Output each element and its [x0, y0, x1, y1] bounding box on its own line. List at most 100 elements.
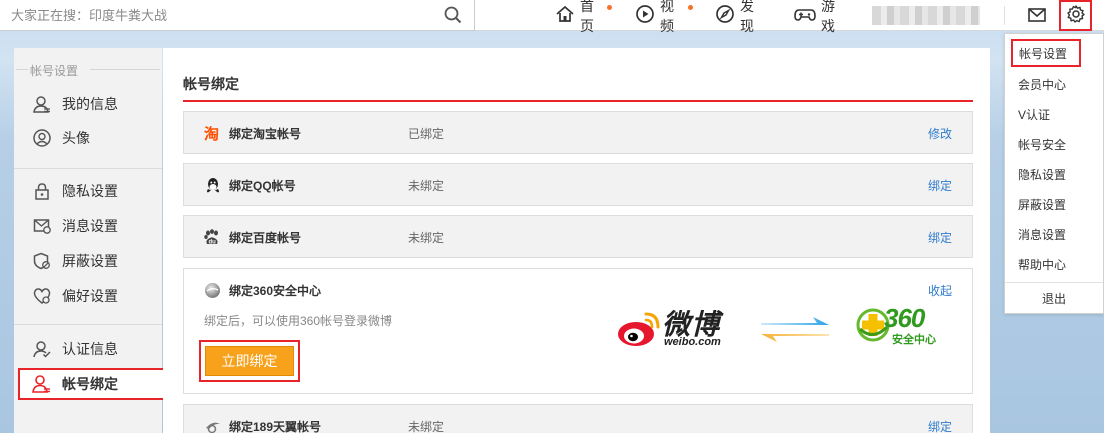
sidebar-item-avatar[interactable]: 头像	[14, 123, 162, 153]
bind-now-button[interactable]: 立即绑定	[205, 346, 294, 376]
sidebar-item-preference[interactable]: 偏好设置	[14, 281, 162, 311]
avatar-icon	[32, 128, 52, 148]
bind-row-baidu: du 绑定百度帐号 未绑定 绑定	[183, 215, 973, 258]
divider	[90, 69, 160, 70]
logout-button[interactable]: 退出	[1005, 285, 1103, 311]
divider	[1005, 282, 1103, 283]
verify-icon	[32, 339, 52, 359]
sidebar-item-label: 帐号绑定	[62, 376, 118, 392]
user-icon	[32, 94, 52, 114]
sidebar-item-account-bind[interactable]: 帐号绑定	[18, 368, 165, 400]
menu-item-message[interactable]: 消息设置	[1005, 220, 1103, 248]
bind-row-name: 绑定189天翼帐号	[229, 420, 322, 433]
message-icon	[32, 216, 52, 236]
modify-link[interactable]: 修改	[928, 125, 952, 142]
sidebar-item-label: 隐私设置	[62, 183, 118, 199]
search-icon[interactable]	[444, 6, 462, 24]
bind-panel-name: 绑定360安全中心	[229, 284, 322, 298]
sidebar-item-block[interactable]: 屏蔽设置	[14, 246, 162, 276]
bind-link[interactable]: 绑定	[928, 418, 952, 433]
menu-item-v-verify[interactable]: V认证	[1005, 100, 1103, 128]
svg-text:du: du	[209, 239, 217, 245]
home-icon	[555, 4, 580, 27]
settings-button[interactable]	[1059, 0, 1092, 31]
notification-dot	[607, 5, 612, 10]
sidebar-item-verify[interactable]: 认证信息	[14, 334, 162, 364]
bind-row-status: 未绑定	[408, 231, 445, 245]
bind-row-status: 未绑定	[408, 420, 445, 433]
nav-video-label: 视频	[660, 0, 674, 34]
menu-item-block[interactable]: 屏蔽设置	[1005, 190, 1103, 218]
top-bar: 首页 视频 发现 游戏	[0, 0, 1104, 34]
bind-row-name: 绑定百度帐号	[229, 231, 302, 245]
menu-item-help[interactable]: 帮助中心	[1005, 250, 1103, 278]
menu-item-account-security[interactable]: 帐号安全	[1005, 130, 1103, 158]
bind-link[interactable]: 绑定	[928, 177, 952, 194]
nav-discover[interactable]: 发现	[715, 0, 754, 34]
sidebar-item-label: 屏蔽设置	[62, 253, 118, 269]
compass-icon	[715, 4, 740, 27]
video-icon	[635, 4, 660, 27]
nav-game[interactable]: 游戏	[794, 0, 835, 34]
weibo-logo-domain: weibo.com	[664, 336, 721, 348]
menu-item-privacy[interactable]: 隐私设置	[1005, 160, 1103, 188]
sidebar-item-label: 认证信息	[62, 341, 118, 357]
divider	[16, 69, 28, 70]
divider	[14, 168, 162, 169]
tianyi-icon	[204, 418, 222, 433]
settings-dropdown-menu: 帐号设置 会员中心 V认证 帐号安全 隐私设置 屏蔽设置 消息设置 帮助中心 退…	[1004, 33, 1104, 314]
divider	[14, 324, 162, 325]
sidebar-item-label: 我的信息	[62, 96, 118, 112]
menu-item-member-center[interactable]: 会员中心	[1005, 70, 1103, 98]
sidebar: 帐号设置 我的信息 头像 隐私设置 消息设置 屏蔽设置 偏好设置 认证信息 帐号…	[14, 48, 165, 433]
exchange-arrows-icon	[759, 311, 831, 351]
360-logo-number: 360	[884, 303, 925, 333]
sidebar-item-my-info[interactable]: 我的信息	[14, 89, 162, 119]
360-logo-subtitle: 安全中心	[892, 334, 936, 346]
nav-game-label: 游戏	[821, 0, 835, 34]
mail-icon[interactable]	[1027, 6, 1047, 27]
menu-item-account-settings[interactable]: 帐号设置	[1011, 39, 1081, 67]
360-icon	[204, 282, 221, 302]
nav-home-label: 首页	[580, 0, 594, 34]
main-content: 帐号绑定 淘 绑定淘宝帐号 已绑定 修改 绑定QQ帐号 未绑定 绑定 du 绑定…	[163, 48, 990, 433]
bind-row-189: 绑定189天翼帐号 未绑定 绑定	[183, 404, 973, 433]
shield-icon	[32, 251, 52, 271]
svg-text:淘: 淘	[204, 125, 219, 141]
username-blurred[interactable]	[872, 6, 980, 25]
search-box	[0, 0, 475, 31]
gamepad-icon	[794, 4, 821, 27]
sidebar-heading: 帐号设置	[30, 64, 79, 78]
sidebar-item-label: 头像	[62, 130, 90, 146]
bind-row-name: 绑定淘宝帐号	[229, 127, 302, 141]
sidebar-item-privacy[interactable]: 隐私设置	[14, 176, 162, 206]
gear-icon	[1066, 4, 1086, 27]
bind-link[interactable]: 绑定	[928, 229, 952, 246]
nav-video[interactable]: 视频	[635, 0, 674, 34]
bind-row-status: 未绑定	[408, 179, 445, 193]
bind-now-highlight: 立即绑定	[199, 340, 300, 382]
page-title: 帐号绑定	[183, 76, 239, 92]
search-input[interactable]	[11, 6, 431, 24]
bind-row-taobao: 淘 绑定淘宝帐号 已绑定 修改	[183, 111, 973, 154]
divider	[1004, 6, 1005, 25]
lock-icon	[32, 181, 52, 201]
sidebar-item-label: 偏好设置	[62, 288, 118, 304]
notification-dot	[688, 5, 693, 10]
bind-row-qq: 绑定QQ帐号 未绑定 绑定	[183, 163, 973, 206]
taobao-icon: 淘	[204, 125, 222, 141]
bind-row-name: 绑定QQ帐号	[229, 179, 296, 193]
nav-discover-label: 发现	[740, 0, 754, 34]
weibo-logo: 微博 weibo.com	[616, 303, 726, 353]
bind-row-status: 已绑定	[408, 127, 445, 141]
title-underline	[183, 100, 973, 102]
sidebar-item-label: 消息设置	[62, 218, 118, 234]
qq-icon	[204, 177, 222, 193]
bind-panel-360: 绑定360安全中心 收起 绑定后，可以使用360帐号登录微博 立即绑定 微博 w…	[183, 268, 973, 394]
bind-description: 绑定后，可以使用360帐号登录微博	[204, 314, 393, 328]
account-bind-icon	[32, 374, 52, 394]
sidebar-item-message[interactable]: 消息设置	[14, 211, 162, 241]
collapse-link[interactable]: 收起	[928, 282, 952, 299]
360-logo: 360 安全中心	[856, 303, 956, 349]
nav-home[interactable]: 首页	[555, 0, 594, 34]
